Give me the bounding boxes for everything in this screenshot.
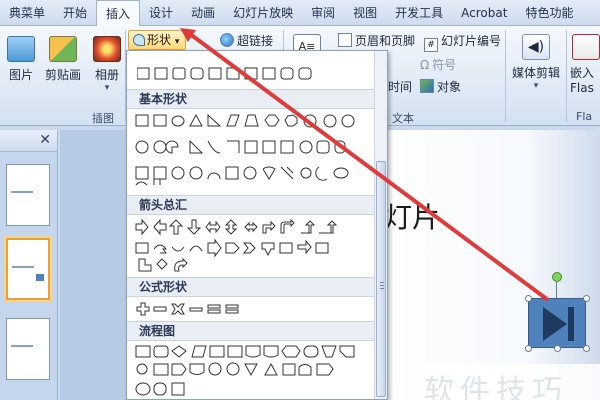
- group-separator: [505, 30, 506, 122]
- album-icon: [93, 36, 121, 62]
- flash-group-label: Fla: [576, 110, 593, 123]
- picture-button[interactable]: 图片: [4, 36, 38, 83]
- recent-shapes-row: [136, 67, 377, 81]
- illustrations-group-label: 插图: [92, 112, 114, 125]
- action-button-shape[interactable]: [528, 298, 586, 348]
- speaker-icon: ◀): [522, 34, 550, 60]
- thumb-shape: [36, 274, 44, 281]
- thumb-line: [11, 345, 33, 347]
- slides-panel: ✕: [0, 130, 58, 400]
- play-end-icon: [543, 307, 574, 341]
- text-group-label: 文本: [392, 112, 414, 125]
- watermark-text: 软件技巧: [424, 374, 568, 400]
- object-icon: [420, 79, 434, 93]
- header-footer-label: 页眉和页脚: [355, 34, 416, 48]
- slide-title-text[interactable]: 灯片: [384, 196, 440, 236]
- grip-line: [380, 282, 384, 283]
- shapes-gallery[interactable]: 基本形状 箭头总汇 公式形状 流程图: [126, 50, 388, 400]
- section-equation-shapes: 公式形状: [127, 277, 375, 297]
- chevron-down-icon: ▾: [174, 37, 180, 47]
- symbol-button[interactable]: Ω 符号: [420, 56, 456, 73]
- tab-view[interactable]: 视图: [344, 0, 386, 26]
- album-label: 相册: [94, 68, 119, 82]
- flash-label: Flas: [570, 81, 594, 95]
- page-icon: [338, 33, 352, 47]
- resize-handle[interactable]: [583, 295, 590, 302]
- omega-icon: Ω: [420, 58, 430, 72]
- equation-shapes-grid[interactable]: [135, 301, 375, 317]
- section-flowchart: 流程图: [127, 321, 375, 341]
- ribbon-tabbar: 典菜单 开始 插入 设计 动画 幻灯片放映 审阅 视图 开发工具 Acrobat…: [0, 0, 600, 27]
- tab-home[interactable]: 开始: [54, 0, 96, 26]
- slides-panel-header: ✕: [0, 130, 57, 152]
- album-dropdown-icon: ▾: [104, 83, 110, 93]
- tab-classic-menu[interactable]: 典菜单: [0, 0, 54, 26]
- shapes-label: 形状: [147, 33, 172, 47]
- thumb-line: [12, 266, 34, 268]
- header-footer-button[interactable]: 页眉和页脚: [338, 32, 415, 49]
- media-dropdown-icon: ▾: [533, 81, 539, 91]
- tab-design[interactable]: 设计: [140, 0, 182, 26]
- picture-icon: [7, 36, 35, 62]
- picture-label: 图片: [8, 68, 33, 82]
- clipart-label: 剪贴画: [44, 68, 81, 82]
- grip-line: [380, 285, 384, 286]
- shapes-icon: [133, 34, 145, 46]
- tab-animations[interactable]: 动画: [182, 0, 224, 26]
- resize-handle[interactable]: [525, 345, 532, 352]
- rotation-stem: [556, 282, 557, 298]
- media-clip-button[interactable]: ◀) 媒体剪辑 ▾: [508, 34, 564, 91]
- tab-developer[interactable]: 开发工具: [386, 0, 452, 26]
- gallery-scrollbar[interactable]: [374, 51, 387, 399]
- tab-acrobat[interactable]: Acrobat: [452, 0, 516, 26]
- resize-handle[interactable]: [554, 345, 561, 352]
- object-button[interactable]: 对象: [420, 78, 461, 95]
- shapes-button[interactable]: 形状 ▾: [128, 30, 187, 50]
- symbol-label: 符号: [432, 58, 457, 72]
- media-clip-label: 媒体剪辑: [511, 66, 560, 80]
- embed-flash-button[interactable]: 嵌入 Flas: [570, 34, 600, 95]
- flowchart-grid[interactable]: [135, 345, 375, 399]
- album-button[interactable]: 相册 ▾: [90, 36, 124, 93]
- rotation-handle[interactable]: [552, 272, 562, 282]
- resize-handle[interactable]: [525, 295, 532, 302]
- tab-review[interactable]: 审阅: [302, 0, 344, 26]
- section-block-arrows: 箭头总汇: [127, 195, 375, 215]
- slide-area[interactable]: [360, 130, 600, 400]
- hyperlink-button[interactable]: 超链接: [220, 32, 273, 49]
- slide-thumbnail[interactable]: [6, 318, 50, 380]
- embed-label: 嵌入: [570, 66, 595, 80]
- slide-thumbnail[interactable]: [6, 164, 50, 226]
- hyperlink-label: 超链接: [237, 34, 274, 48]
- slide-number-button[interactable]: # 幻灯片编号: [424, 32, 501, 52]
- resize-handle[interactable]: [583, 345, 590, 352]
- watermark-box: 软件技巧: [418, 364, 600, 400]
- hash-icon: #: [424, 38, 438, 52]
- tab-slideshow[interactable]: 幻灯片放映: [224, 0, 302, 26]
- clipart-button[interactable]: 剪贴画: [42, 36, 84, 83]
- section-basic-shapes: 基本形状: [127, 89, 375, 109]
- slide-thumbnail-selected[interactable]: [6, 238, 50, 300]
- clipart-icon: [49, 36, 77, 62]
- close-icon[interactable]: ✕: [39, 132, 51, 148]
- datetime-button[interactable]: 时间: [388, 78, 412, 95]
- group-separator: [566, 30, 567, 122]
- globe-link-icon: [220, 33, 234, 47]
- tab-insert[interactable]: 插入: [96, 0, 141, 27]
- block-arrows-grid[interactable]: [135, 218, 375, 275]
- datetime-label: 时间: [388, 80, 413, 94]
- slide-number-label: 幻灯片编号: [441, 34, 502, 48]
- basic-shapes-grid[interactable]: [135, 113, 375, 191]
- object-label: 对象: [437, 80, 462, 94]
- thumb-line: [11, 191, 33, 193]
- flash-icon: [572, 34, 600, 60]
- gallery-scroll-thumb[interactable]: [376, 161, 386, 397]
- grip-line: [380, 288, 384, 289]
- tab-special-features[interactable]: 特色功能: [516, 0, 582, 26]
